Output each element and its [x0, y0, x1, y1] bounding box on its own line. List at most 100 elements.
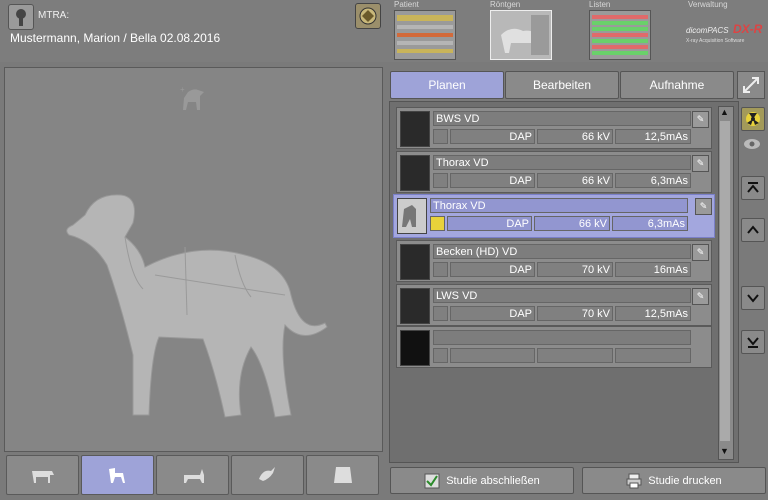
radiation-icon: [430, 216, 445, 231]
patient-info: Mustermann, Marion / Bella 02.08.2016: [10, 31, 221, 45]
species-torso-button[interactable]: [306, 455, 379, 495]
exam-name: Thorax VD: [430, 198, 688, 213]
move-down-button[interactable]: [741, 286, 765, 310]
species-cattle-button[interactable]: [6, 455, 79, 495]
edit-icon[interactable]: ✎: [692, 111, 709, 128]
edit-icon[interactable]: ✎: [695, 198, 712, 215]
eye-icon[interactable]: [433, 348, 448, 363]
exam-item-empty[interactable]: [396, 326, 712, 368]
move-bottom-icon: [747, 337, 759, 348]
species-cat-button[interactable]: [156, 455, 229, 495]
eye-toggle-button[interactable]: [741, 133, 763, 155]
exam-item[interactable]: Becken (HD) VD DAP 70 kV 16mAs ✎: [396, 240, 712, 282]
exam-name: [433, 330, 691, 345]
exam-mas: 6,3mAs: [612, 216, 688, 231]
radiation-icon: [746, 112, 760, 126]
exam-thumbnail: [397, 198, 427, 234]
exam-mas: 16mAs: [615, 262, 691, 277]
exam-name: BWS VD: [433, 111, 691, 126]
nav-tab-label: Patient: [394, 0, 419, 9]
exam-thumbnail: [400, 288, 430, 324]
close-study-label: Studie abschließen: [446, 474, 540, 487]
edit-icon[interactable]: ✎: [692, 155, 709, 172]
move-to-top-button[interactable]: [741, 176, 765, 200]
exam-item[interactable]: BWS VD DAP 66 kV 12,5mAs ✎: [396, 107, 712, 149]
brand-dxr: DX-R: [732, 22, 763, 36]
chevron-up-icon: [747, 225, 759, 234]
nav-tab-label: Röntgen: [490, 0, 521, 9]
species-dog-button[interactable]: [81, 455, 154, 495]
brand-logo: dicomPACS DX-R X-ray Acquisition Softwar…: [686, 20, 768, 50]
exam-mas: 12,5mAs: [615, 129, 691, 144]
exam-name: Becken (HD) VD: [433, 244, 691, 259]
scroll-up-icon[interactable]: ▲: [720, 107, 729, 117]
move-up-button[interactable]: [741, 218, 765, 242]
nav-tab-patient[interactable]: Patient: [392, 0, 488, 62]
printer-icon: [626, 473, 642, 488]
close-study-button[interactable]: Studie abschließen: [390, 467, 574, 494]
exam-thumbnail: [400, 330, 430, 366]
exam-dap: DAP: [447, 216, 532, 231]
species-exotic-button[interactable]: [231, 455, 304, 495]
mtra-label: MTRA:: [38, 10, 70, 21]
roentgen-thumbnail: [490, 10, 552, 60]
species-selector-bar: [4, 453, 381, 496]
exam-dap: DAP: [450, 173, 535, 188]
patient-thumbnail: [394, 10, 456, 60]
move-top-icon: [747, 182, 759, 193]
exam-kv: [537, 348, 613, 363]
edit-icon[interactable]: ✎: [692, 244, 709, 261]
emblem-icon[interactable]: [355, 3, 381, 29]
dog-anatomy-diagram[interactable]: [55, 185, 335, 420]
exam-mas: 12,5mAs: [615, 306, 691, 321]
exam-thumbnail: [400, 111, 430, 147]
exam-kv: 66 kV: [537, 173, 613, 188]
exam-thumbnail: [400, 244, 430, 280]
print-study-button[interactable]: Studie drucken: [582, 467, 766, 494]
nav-tab-label: Listen: [589, 0, 611, 9]
radiation-button[interactable]: [741, 107, 765, 131]
tab-aufnahme[interactable]: Aufnahme: [620, 71, 734, 99]
exam-dap: DAP: [450, 306, 535, 321]
print-study-label: Studie drucken: [648, 474, 722, 487]
dog-small-icon[interactable]: +: [174, 84, 214, 114]
exam-item[interactable]: LWS VD DAP 70 kV 12,5mAs ✎: [396, 284, 712, 326]
expand-icon[interactable]: [737, 71, 765, 99]
exam-kv: 70 kV: [537, 306, 613, 321]
exam-kv: 66 kV: [534, 216, 610, 231]
torso-icon: [333, 467, 352, 483]
tab-planen[interactable]: Planen: [390, 71, 504, 99]
exam-kv: 66 kV: [537, 129, 613, 144]
exam-item[interactable]: Thorax VD DAP 66 kV 6,3mAs ✎: [396, 151, 712, 193]
move-to-bottom-button[interactable]: [741, 330, 765, 354]
tab-bearbeiten[interactable]: Bearbeiten: [505, 71, 619, 99]
nav-tab-roentgen[interactable]: Röntgen: [488, 0, 584, 62]
exam-dap: DAP: [450, 129, 535, 144]
dog-icon: [402, 205, 416, 227]
scroll-down-icon[interactable]: ▼: [720, 446, 729, 456]
eye-icon[interactable]: [433, 262, 448, 277]
cat-icon: [183, 469, 204, 483]
edit-icon[interactable]: ✎: [692, 288, 709, 305]
exam-dap: DAP: [450, 262, 535, 277]
dog-icon: [108, 468, 125, 483]
cattle-icon: [31, 471, 54, 483]
eye-icon[interactable]: [433, 306, 448, 321]
mtra-user-icon[interactable]: [8, 4, 34, 30]
eye-icon[interactable]: [433, 173, 448, 188]
brand-dicom: dicomPACS: [686, 26, 729, 35]
scroll-thumb[interactable]: [720, 121, 730, 441]
exam-dap: [450, 348, 535, 363]
exam-thumbnail: [400, 155, 430, 191]
nav-tab-listen[interactable]: Listen: [587, 0, 683, 62]
svg-text:+: +: [180, 85, 185, 94]
listen-thumbnail: [589, 10, 651, 60]
exam-name: Thorax VD: [433, 155, 691, 170]
exam-item-selected[interactable]: Thorax VD DAP 66 kV 6,3mAs ✎: [393, 194, 715, 238]
eye-icon[interactable]: [433, 129, 448, 144]
chevron-down-icon: [747, 294, 759, 303]
exam-mas: [615, 348, 691, 363]
exam-name: LWS VD: [433, 288, 691, 303]
nav-tab-label: Verwaltung: [688, 0, 728, 9]
check-icon: [424, 473, 440, 488]
